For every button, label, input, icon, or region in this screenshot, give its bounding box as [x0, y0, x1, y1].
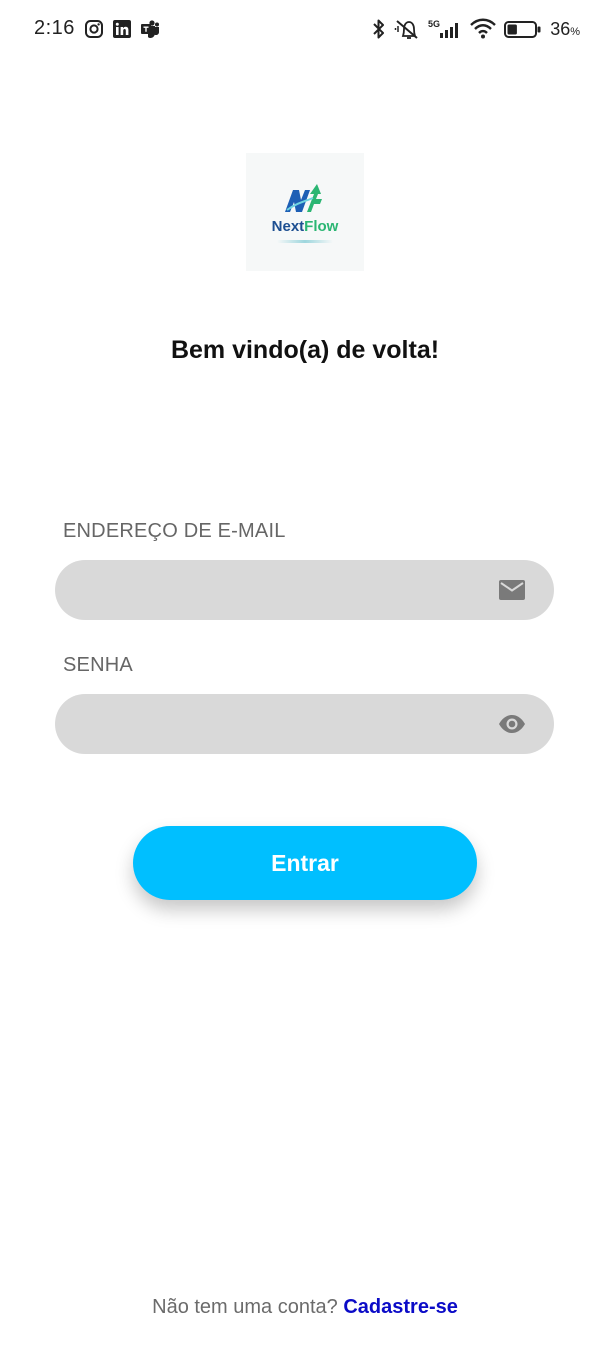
signup-prompt: Não tem uma conta? Cadastre-se: [0, 1296, 610, 1319]
nextflow-mark-icon: [285, 183, 322, 212]
instagram-icon: [85, 20, 103, 38]
bluetooth-icon: [373, 19, 385, 39]
battery-fill: [507, 24, 518, 35]
mail-icon: [498, 577, 526, 603]
signup-link[interactable]: Cadastre-se: [343, 1296, 458, 1318]
page-title: Bem vindo(a) de volta!: [170, 336, 440, 364]
vibrate-off-icon: [394, 20, 418, 39]
linkedin-icon: [113, 20, 131, 38]
battery-percentage: 36%: [550, 18, 580, 39]
status-bar: 2:16 5G 36%: [0, 0, 610, 60]
notification-icons: [84, 19, 160, 39]
email-field[interactable]: [79, 560, 483, 622]
wifi-icon: [470, 18, 497, 39]
battery-icon: [504, 21, 541, 38]
status-time: 2:16: [34, 17, 75, 39]
email-field-container: [55, 560, 554, 622]
teams-icon: [141, 20, 159, 38]
app-logo: NextFlow: [246, 153, 364, 271]
login-screen: 2:16 5G 36% NextFlow Bem vindo(a) de vol…: [0, 0, 610, 1356]
login-button[interactable]: Entrar: [133, 826, 477, 900]
password-field[interactable]: [79, 694, 483, 756]
signup-question: Não tem uma conta?: [152, 1296, 338, 1318]
logo-wordmark: NextFlow: [271, 217, 339, 235]
logo-underline: [277, 239, 333, 243]
5g-signal-icon: 5G: [428, 19, 459, 38]
email-label: ENDEREÇO DE E-MAIL: [63, 520, 286, 542]
system-icons: 5G 36%: [372, 16, 580, 42]
network-type-label: 5G: [428, 19, 440, 29]
password-label: SENHA: [63, 654, 133, 676]
eye-icon[interactable]: [498, 711, 526, 737]
password-field-container: [55, 694, 554, 756]
